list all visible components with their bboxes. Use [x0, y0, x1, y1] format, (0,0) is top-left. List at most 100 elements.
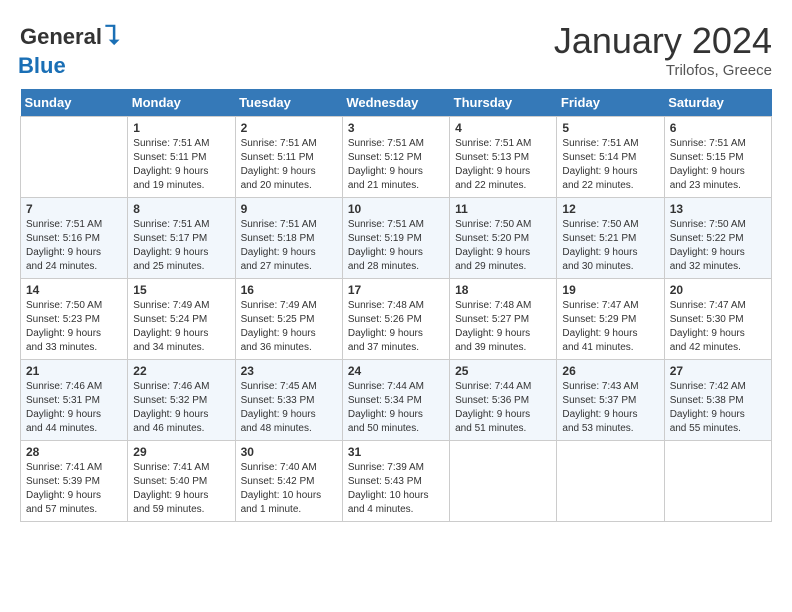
logo-bird-icon: ⮧: [104, 20, 121, 53]
day-detail: Sunrise: 7:50 AMSunset: 5:21 PMDaylight:…: [562, 219, 638, 272]
day-detail: Sunrise: 7:40 AMSunset: 5:42 PMDaylight:…: [241, 462, 322, 515]
day-detail: Sunrise: 7:48 AMSunset: 5:26 PMDaylight:…: [348, 300, 424, 353]
calendar-body: 1 Sunrise: 7:51 AMSunset: 5:11 PMDaylight…: [21, 117, 772, 522]
day-number: 22: [133, 364, 229, 378]
week-row-1: 1 Sunrise: 7:51 AMSunset: 5:11 PMDaylight…: [21, 117, 772, 198]
month-title: January 2024: [554, 20, 772, 62]
logo: General ⮧ Blue: [20, 20, 120, 79]
day-number: 26: [562, 364, 658, 378]
day-detail: Sunrise: 7:46 AMSunset: 5:31 PMDaylight:…: [26, 381, 102, 434]
day-cell: 22 Sunrise: 7:46 AMSunset: 5:32 PMDayligh…: [128, 360, 235, 441]
day-detail: Sunrise: 7:41 AMSunset: 5:39 PMDaylight:…: [26, 462, 102, 515]
day-detail: Sunrise: 7:49 AMSunset: 5:24 PMDaylight:…: [133, 300, 209, 353]
day-number: 19: [562, 283, 658, 297]
day-cell: 7 Sunrise: 7:51 AMSunset: 5:16 PMDaylight…: [21, 198, 128, 279]
day-cell: 19 Sunrise: 7:47 AMSunset: 5:29 PMDayligh…: [557, 279, 664, 360]
day-number: 20: [670, 283, 766, 297]
day-detail: Sunrise: 7:51 AMSunset: 5:16 PMDaylight:…: [26, 219, 102, 272]
day-detail: Sunrise: 7:47 AMSunset: 5:29 PMDaylight:…: [562, 300, 638, 353]
day-cell: 8 Sunrise: 7:51 AMSunset: 5:17 PMDaylight…: [128, 198, 235, 279]
header-row: SundayMondayTuesdayWednesdayThursdayFrid…: [21, 89, 772, 117]
day-number: 6: [670, 121, 766, 135]
day-number: 10: [348, 202, 444, 216]
day-cell: 12 Sunrise: 7:50 AMSunset: 5:21 PMDayligh…: [557, 198, 664, 279]
day-cell: 4Sunrise: 7:51 AMSunset: 5:13 PMDaylight…: [450, 117, 557, 198]
day-number: 28: [26, 445, 122, 459]
day-cell: 11 Sunrise: 7:50 AMSunset: 5:20 PMDayligh…: [450, 198, 557, 279]
week-row-3: 14 Sunrise: 7:50 AMSunset: 5:23 PMDayligh…: [21, 279, 772, 360]
day-cell: [21, 117, 128, 198]
day-detail: Sunrise: 7:41 AMSunset: 5:40 PMDaylight:…: [133, 462, 209, 515]
day-number: 18: [455, 283, 551, 297]
location: Trilofos, Greece: [554, 62, 772, 79]
day-cell: 31 Sunrise: 7:39 AMSunset: 5:43 PMDayligh…: [342, 441, 449, 522]
day-number: 14: [26, 283, 122, 297]
day-number: 25: [455, 364, 551, 378]
day-cell: 23 Sunrise: 7:45 AMSunset: 5:33 PMDayligh…: [235, 360, 342, 441]
day-number: 13: [670, 202, 766, 216]
day-cell: 14 Sunrise: 7:50 AMSunset: 5:23 PMDayligh…: [21, 279, 128, 360]
logo-general-text: General: [20, 24, 102, 50]
page-header: General ⮧ Blue January 2024 Trilofos, Gr…: [20, 20, 772, 79]
day-cell: 30 Sunrise: 7:40 AMSunset: 5:42 PMDayligh…: [235, 441, 342, 522]
day-detail: Sunrise: 7:50 AMSunset: 5:20 PMDaylight:…: [455, 219, 531, 272]
day-cell: 21 Sunrise: 7:46 AMSunset: 5:31 PMDayligh…: [21, 360, 128, 441]
day-number: 21: [26, 364, 122, 378]
day-number: 29: [133, 445, 229, 459]
day-cell: 5Sunrise: 7:51 AMSunset: 5:14 PMDaylight…: [557, 117, 664, 198]
day-number: 15: [133, 283, 229, 297]
day-detail: Sunrise: 7:51 AMSunset: 5:19 PMDaylight:…: [348, 219, 424, 272]
day-detail: Sunrise: 7:42 AMSunset: 5:38 PMDaylight:…: [670, 381, 746, 434]
calendar-table: SundayMondayTuesdayWednesdayThursdayFrid…: [20, 89, 772, 522]
day-number: 23: [241, 364, 337, 378]
day-detail: Sunrise: 7:39 AMSunset: 5:43 PMDaylight:…: [348, 462, 429, 515]
header-tuesday: Tuesday: [235, 89, 342, 117]
day-cell: 17 Sunrise: 7:48 AMSunset: 5:26 PMDayligh…: [342, 279, 449, 360]
day-detail: Sunrise: 7:51 AMSunset: 5:17 PMDaylight:…: [133, 219, 209, 272]
day-cell: 16Sunrise: 7:49 AMSunset: 5:25 PMDayligh…: [235, 279, 342, 360]
day-cell: 25Sunrise: 7:44 AMSunset: 5:36 PMDayligh…: [450, 360, 557, 441]
day-cell: 15 Sunrise: 7:49 AMSunset: 5:24 PMDayligh…: [128, 279, 235, 360]
day-detail: Sunrise: 7:51 AMSunset: 5:13 PMDaylight:…: [455, 138, 531, 191]
week-row-2: 7 Sunrise: 7:51 AMSunset: 5:16 PMDaylight…: [21, 198, 772, 279]
day-cell: 10 Sunrise: 7:51 AMSunset: 5:19 PMDayligh…: [342, 198, 449, 279]
day-cell: 1 Sunrise: 7:51 AMSunset: 5:11 PMDaylight…: [128, 117, 235, 198]
day-detail: Sunrise: 7:43 AMSunset: 5:37 PMDaylight:…: [562, 381, 638, 434]
day-cell: 27 Sunrise: 7:42 AMSunset: 5:38 PMDayligh…: [664, 360, 771, 441]
day-cell: 29 Sunrise: 7:41 AMSunset: 5:40 PMDayligh…: [128, 441, 235, 522]
day-cell: 20 Sunrise: 7:47 AMSunset: 5:30 PMDayligh…: [664, 279, 771, 360]
day-cell: 9Sunrise: 7:51 AMSunset: 5:18 PMDaylight…: [235, 198, 342, 279]
day-number: 27: [670, 364, 766, 378]
day-detail: Sunrise: 7:51 AMSunset: 5:12 PMDaylight:…: [348, 138, 424, 191]
day-detail: Sunrise: 7:51 AMSunset: 5:11 PMDaylight:…: [133, 138, 209, 191]
header-thursday: Thursday: [450, 89, 557, 117]
day-cell: [557, 441, 664, 522]
day-detail: Sunrise: 7:47 AMSunset: 5:30 PMDaylight:…: [670, 300, 746, 353]
day-detail: Sunrise: 7:48 AMSunset: 5:27 PMDaylight:…: [455, 300, 531, 353]
day-number: 17: [348, 283, 444, 297]
day-cell: 24Sunrise: 7:44 AMSunset: 5:34 PMDayligh…: [342, 360, 449, 441]
day-number: 7: [26, 202, 122, 216]
header-friday: Friday: [557, 89, 664, 117]
day-detail: Sunrise: 7:51 AMSunset: 5:18 PMDaylight:…: [241, 219, 317, 272]
day-cell: 2Sunrise: 7:51 AMSunset: 5:11 PMDaylight…: [235, 117, 342, 198]
day-detail: Sunrise: 7:45 AMSunset: 5:33 PMDaylight:…: [241, 381, 317, 434]
header-sunday: Sunday: [21, 89, 128, 117]
day-detail: Sunrise: 7:50 AMSunset: 5:22 PMDaylight:…: [670, 219, 746, 272]
day-cell: 3 Sunrise: 7:51 AMSunset: 5:12 PMDaylight…: [342, 117, 449, 198]
day-number: 31: [348, 445, 444, 459]
day-cell: 28 Sunrise: 7:41 AMSunset: 5:39 PMDayligh…: [21, 441, 128, 522]
day-detail: Sunrise: 7:50 AMSunset: 5:23 PMDaylight:…: [26, 300, 102, 353]
day-number: 3: [348, 121, 444, 135]
day-number: 5: [562, 121, 658, 135]
day-cell: 13 Sunrise: 7:50 AMSunset: 5:22 PMDayligh…: [664, 198, 771, 279]
day-number: 11: [455, 202, 551, 216]
day-number: 12: [562, 202, 658, 216]
day-number: 8: [133, 202, 229, 216]
day-number: 30: [241, 445, 337, 459]
week-row-4: 21 Sunrise: 7:46 AMSunset: 5:31 PMDayligh…: [21, 360, 772, 441]
day-number: 1: [133, 121, 229, 135]
header-saturday: Saturday: [664, 89, 771, 117]
day-cell: 18 Sunrise: 7:48 AMSunset: 5:27 PMDayligh…: [450, 279, 557, 360]
day-detail: Sunrise: 7:46 AMSunset: 5:32 PMDaylight:…: [133, 381, 209, 434]
